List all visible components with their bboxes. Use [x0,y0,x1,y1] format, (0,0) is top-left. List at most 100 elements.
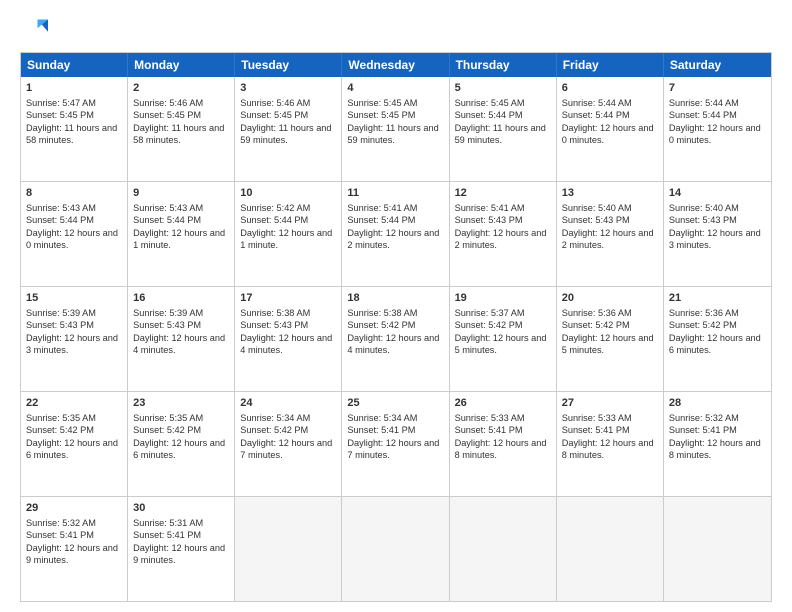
calendar-cell: 28Sunrise: 5:32 AMSunset: 5:41 PMDayligh… [664,392,771,496]
daylight: Daylight: 12 hours and 0 minutes. [562,123,654,145]
sunrise: Sunrise: 5:47 AM [26,98,96,108]
day-number: 5 [455,81,551,96]
day-header: Thursday [450,53,557,77]
calendar-cell: 30Sunrise: 5:31 AMSunset: 5:41 PMDayligh… [128,497,235,601]
sunset: Sunset: 5:43 PM [133,320,201,330]
daylight: Daylight: 11 hours and 58 minutes. [133,123,224,145]
day-number: 20 [562,291,658,306]
calendar-cell [235,497,342,601]
sunset: Sunset: 5:43 PM [562,215,630,225]
day-number: 22 [26,396,122,411]
day-number: 18 [347,291,443,306]
day-number: 4 [347,81,443,96]
daylight: Daylight: 12 hours and 9 minutes. [133,543,225,565]
calendar-body: 1 Sunrise: 5:47 AM Sunset: 5:45 PM Daylight… [21,77,771,601]
sunset: Sunset: 5:41 PM [133,530,201,540]
sunset: Sunset: 5:45 PM [347,110,415,120]
calendar-cell: 22Sunrise: 5:35 AMSunset: 5:42 PMDayligh… [21,392,128,496]
calendar-cell: 23Sunrise: 5:35 AMSunset: 5:42 PMDayligh… [128,392,235,496]
day-number: 9 [133,186,229,201]
sunrise: Sunrise: 5:33 AM [455,413,525,423]
daylight: Daylight: 12 hours and 8 minutes. [669,438,761,460]
day-number: 17 [240,291,336,306]
calendar-cell: 4Sunrise: 5:45 AMSunset: 5:45 PMDaylight… [342,77,449,181]
day-number: 29 [26,501,122,516]
calendar-cell: 6Sunrise: 5:44 AMSunset: 5:44 PMDaylight… [557,77,664,181]
calendar-cell [557,497,664,601]
day-number: 7 [669,81,766,96]
sunrise: Sunrise: 5:38 AM [240,308,310,318]
sunset: Sunset: 5:44 PM [133,215,201,225]
sunrise: Sunrise: 5:36 AM [562,308,632,318]
daylight: Daylight: 12 hours and 2 minutes. [455,228,547,250]
day-header: Friday [557,53,664,77]
day-number: 26 [455,396,551,411]
day-number: 21 [669,291,766,306]
sunrise: Sunrise: 5:39 AM [26,308,96,318]
daylight: Daylight: 12 hours and 8 minutes. [562,438,654,460]
daylight: Daylight: 12 hours and 2 minutes. [562,228,654,250]
calendar-cell: 12Sunrise: 5:41 AMSunset: 5:43 PMDayligh… [450,182,557,286]
sunrise: Sunrise: 5:39 AM [133,308,203,318]
calendar-cell: 27Sunrise: 5:33 AMSunset: 5:41 PMDayligh… [557,392,664,496]
daylight: Daylight: 12 hours and 3 minutes. [669,228,761,250]
day-number: 3 [240,81,336,96]
calendar-cell: 20Sunrise: 5:36 AMSunset: 5:42 PMDayligh… [557,287,664,391]
calendar-cell: 9Sunrise: 5:43 AMSunset: 5:44 PMDaylight… [128,182,235,286]
sunrise: Sunrise: 5:46 AM [133,98,203,108]
calendar-cell: 24Sunrise: 5:34 AMSunset: 5:42 PMDayligh… [235,392,342,496]
sunset: Sunset: 5:43 PM [26,320,94,330]
sunrise: Sunrise: 5:40 AM [669,203,739,213]
sunrise: Sunrise: 5:35 AM [133,413,203,423]
calendar-cell: 10Sunrise: 5:42 AMSunset: 5:44 PMDayligh… [235,182,342,286]
sunrise: Sunrise: 5:44 AM [562,98,632,108]
calendar-row: 1 Sunrise: 5:47 AM Sunset: 5:45 PM Daylight… [21,77,771,181]
header [20,16,772,44]
sunrise: Sunrise: 5:46 AM [240,98,310,108]
calendar-cell [342,497,449,601]
day-number: 8 [26,186,122,201]
sunrise: Sunrise: 5:32 AM [669,413,739,423]
sunset: Sunset: 5:42 PM [455,320,523,330]
daylight: Daylight: 12 hours and 4 minutes. [240,333,332,355]
daylight: Daylight: 11 hours and 59 minutes. [455,123,546,145]
daylight: Daylight: 11 hours and 59 minutes. [240,123,331,145]
calendar-cell: 25Sunrise: 5:34 AMSunset: 5:41 PMDayligh… [342,392,449,496]
calendar-row: 29 Sunrise: 5:32 AM Sunset: 5:41 PM Dayligh… [21,496,771,601]
sunrise: Sunrise: 5:34 AM [240,413,310,423]
calendar-cell: 5 Sunrise: 5:45 AM Sunset: 5:44 PM Daylight… [450,77,557,181]
sunset: Sunset: 5:42 PM [347,320,415,330]
sunset: Sunset: 5:42 PM [669,320,737,330]
daylight: Daylight: 12 hours and 2 minutes. [347,228,439,250]
sunset: Sunset: 5:45 PM [240,110,308,120]
sunset: Sunset: 5:45 PM [133,110,201,120]
calendar-cell: 17Sunrise: 5:38 AMSunset: 5:43 PMDayligh… [235,287,342,391]
sunrise: Sunrise: 5:45 AM [455,98,525,108]
sunset: Sunset: 5:44 PM [455,110,523,120]
calendar-cell [450,497,557,601]
calendar-cell: 19Sunrise: 5:37 AMSunset: 5:42 PMDayligh… [450,287,557,391]
sunset: Sunset: 5:41 PM [562,425,630,435]
calendar-cell: 3 Sunrise: 5:46 AM Sunset: 5:45 PM Daylight… [235,77,342,181]
daylight: Daylight: 12 hours and 7 minutes. [240,438,332,460]
calendar-cell: 16Sunrise: 5:39 AMSunset: 5:43 PMDayligh… [128,287,235,391]
day-number: 12 [455,186,551,201]
daylight: Daylight: 12 hours and 6 minutes. [133,438,225,460]
sunrise: Sunrise: 5:44 AM [669,98,739,108]
day-number: 27 [562,396,658,411]
day-header: Monday [128,53,235,77]
sunrise: Sunrise: 5:34 AM [347,413,417,423]
calendar-cell: 21Sunrise: 5:36 AMSunset: 5:42 PMDayligh… [664,287,771,391]
sunrise: Sunrise: 5:41 AM [347,203,417,213]
day-number: 1 [26,81,122,96]
day-number: 14 [669,186,766,201]
calendar-cell [664,497,771,601]
day-number: 19 [455,291,551,306]
day-number: 28 [669,396,766,411]
daylight: Daylight: 12 hours and 1 minute. [240,228,332,250]
day-number: 13 [562,186,658,201]
sunrise: Sunrise: 5:32 AM [26,518,96,528]
calendar-cell: 11Sunrise: 5:41 AMSunset: 5:44 PMDayligh… [342,182,449,286]
daylight: Daylight: 11 hours and 58 minutes. [26,123,117,145]
daylight: Daylight: 12 hours and 5 minutes. [562,333,654,355]
